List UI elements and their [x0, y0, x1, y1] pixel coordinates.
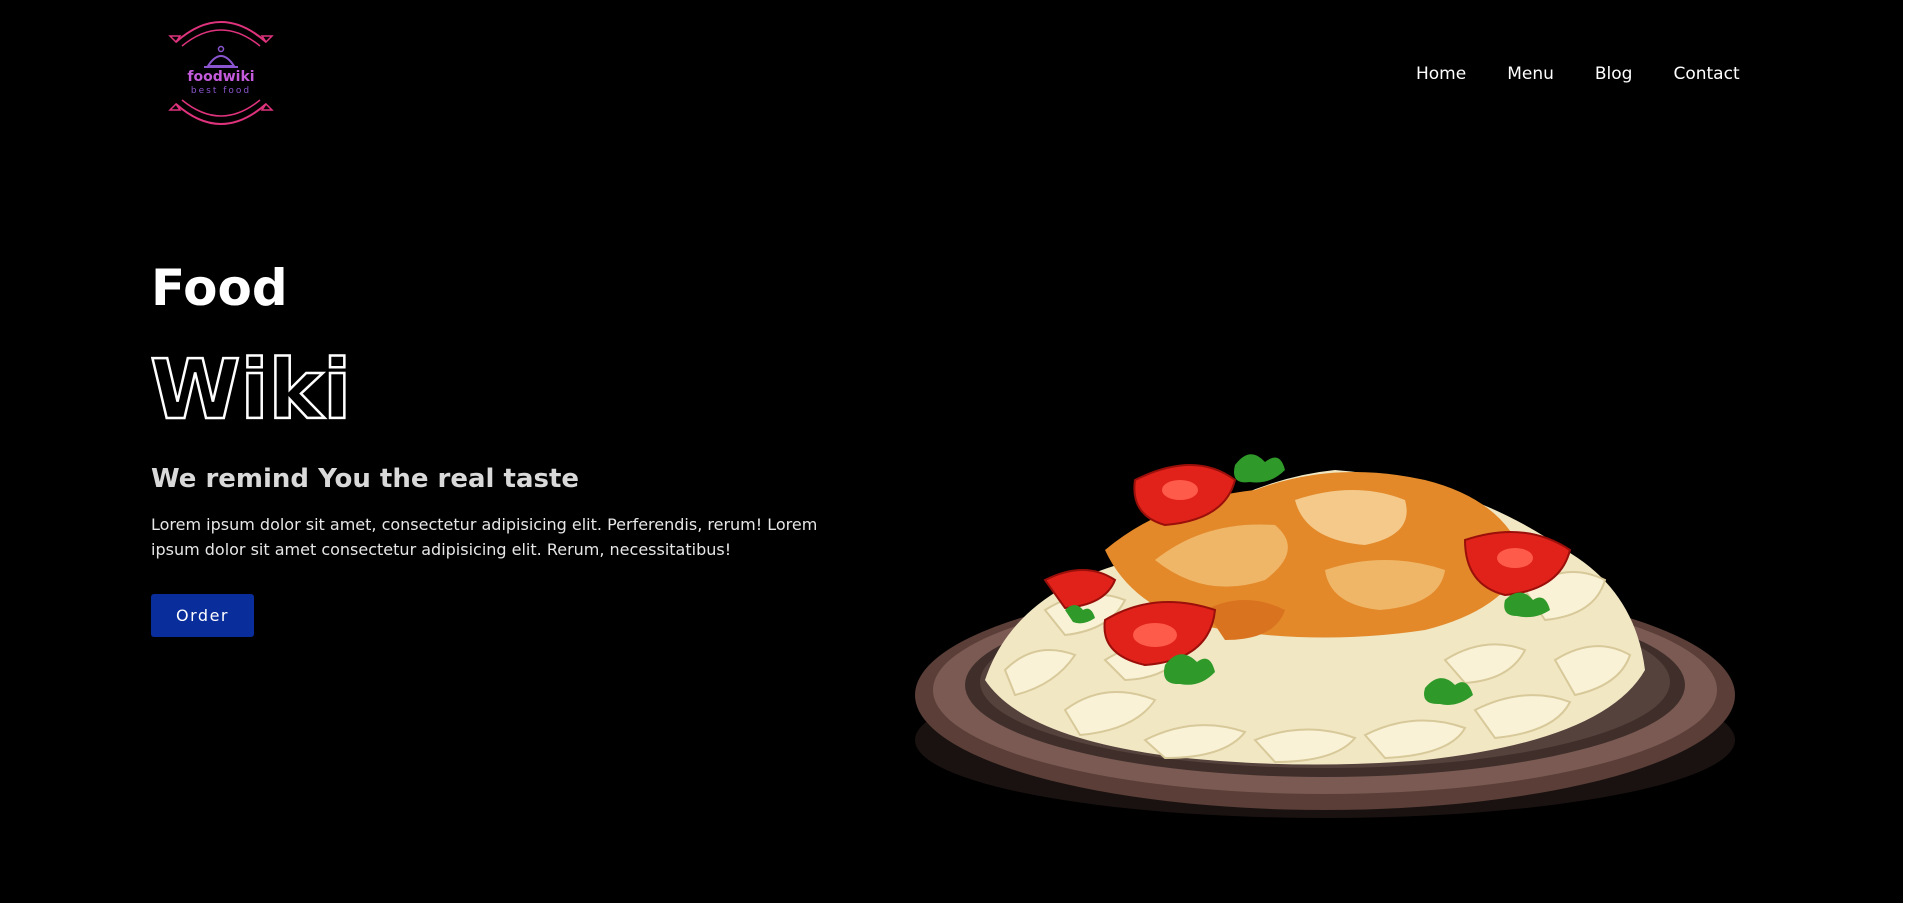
pasta-dish-image	[915, 454, 1735, 818]
order-button[interactable]: Order	[151, 594, 254, 637]
nav-blog-link[interactable]: Blog	[1595, 62, 1633, 86]
hero-title: Food	[151, 259, 288, 317]
logo-subtext: best food	[190, 86, 252, 96]
logo-text: foodwiki	[187, 69, 255, 85]
hero-title-outline: Wiki	[149, 342, 348, 430]
page: foodwiki best food Home Menu Blog Contac…	[0, 0, 1905, 903]
main-nav: Home Menu Blog Contact	[1416, 62, 1740, 86]
nav-contact-link[interactable]: Contact	[1673, 62, 1739, 86]
hero-description: Lorem ipsum dolor sit amet, consectetur …	[151, 515, 818, 559]
brand-logo[interactable]: foodwiki best food	[166, 12, 276, 132]
hero-tagline: We remind You the real taste	[151, 464, 580, 494]
nav-menu-link[interactable]: Menu	[1507, 62, 1554, 86]
nav-home-link[interactable]: Home	[1416, 62, 1466, 86]
hero-title-outline-text: Wiki	[150, 343, 348, 430]
